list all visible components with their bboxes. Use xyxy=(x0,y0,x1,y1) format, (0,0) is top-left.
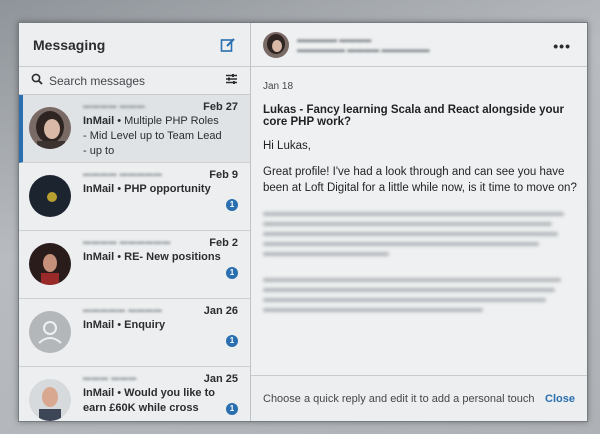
unread-badge: 1 xyxy=(226,199,238,211)
messaging-title: Messaging xyxy=(33,36,106,53)
message-date: Jan 18 xyxy=(263,81,294,92)
conversation-date: Jan 26 xyxy=(203,305,238,317)
conversation-pane: Messaging Search messages ▬▬▬▬ ▬▬▬ Feb 2… xyxy=(19,23,251,421)
snippet-text: PHP opportunity xyxy=(124,183,211,195)
message-thread: Jan 18 Lukas - Fancy learning Scala and … xyxy=(251,67,587,312)
conversation-item[interactable]: ▬▬▬▬ ▬▬▬▬▬▬ Feb 2 InMail • RE- New posit… xyxy=(19,231,250,299)
message-subject: Lukas - Fancy learning Scala and React a… xyxy=(263,104,565,128)
conversation-snippet: InMail • PHP opportunity xyxy=(83,183,211,195)
conversation-item[interactable]: ▬▬▬▬ ▬▬▬▬▬ Feb 9 InMail • PHP opportunit… xyxy=(19,163,250,231)
search-input[interactable] xyxy=(49,73,219,88)
inmail-label: InMail xyxy=(83,115,115,127)
thread-header: ▬▬▬▬▬ ▬▬▬▬ ▬▬▬▬▬▬ ▬▬▬▬ ▬▬▬▬▬▬ ••• xyxy=(251,23,587,67)
messaging-header: Messaging xyxy=(19,23,250,67)
conversation-date: Feb 9 xyxy=(209,169,238,181)
inmail-label: InMail xyxy=(83,183,115,195)
avatar xyxy=(29,107,71,149)
snippet-text: RE- New positions xyxy=(124,251,221,263)
conversation-date: Feb 27 xyxy=(203,101,238,113)
unread-badge: 1 xyxy=(226,335,238,347)
quick-reply-hint[interactable]: Choose a quick reply and edit it to add … xyxy=(263,393,535,405)
unread-badge: 1 xyxy=(226,267,238,279)
avatar[interactable] xyxy=(263,31,289,58)
search-bar xyxy=(19,67,250,95)
message-body: Great profile! I've had a look through a… xyxy=(263,166,577,194)
avatar-placeholder xyxy=(29,311,71,353)
filter-icon[interactable] xyxy=(225,72,238,90)
unread-badge: 1 xyxy=(226,403,238,415)
conversation-item[interactable]: ▬▬▬ ▬▬▬ Jan 25 InMail • Would you like t… xyxy=(19,367,250,421)
message-greeting: Hi Lukas, xyxy=(263,140,311,152)
conversation-snippet: InMail • Enquiry xyxy=(83,319,166,331)
message-body-redacted xyxy=(263,212,577,312)
avatar xyxy=(29,175,71,217)
compose-icon[interactable] xyxy=(220,37,236,53)
conversation-snippet: InMail • Would you like to earn £60K whi… xyxy=(83,387,215,414)
close-button[interactable]: Close xyxy=(545,393,575,405)
conversation-date: Feb 2 xyxy=(209,237,238,249)
contact-name-redacted: ▬▬▬▬▬ ▬▬▬▬ ▬▬▬▬▬▬ ▬▬▬▬ ▬▬▬▬▬▬ xyxy=(297,34,430,54)
conversation-item[interactable]: ▬▬▬▬▬ ▬▬▬▬ Jan 26 InMail • Enquiry 1 xyxy=(19,299,250,367)
thread-pane: ▬▬▬▬▬ ▬▬▬▬ ▬▬▬▬▬▬ ▬▬▬▬ ▬▬▬▬▬▬ ••• Jan 18 … xyxy=(251,23,587,421)
conversation-date: Jan 25 xyxy=(203,373,238,385)
more-options-icon[interactable]: ••• xyxy=(553,38,571,54)
messaging-window: Messaging Search messages ▬▬▬▬ ▬▬▬ Feb 2… xyxy=(18,22,588,422)
conversation-snippet: InMail • RE- New positions xyxy=(83,251,221,263)
search-icon xyxy=(31,72,43,90)
inmail-label: InMail xyxy=(83,251,115,263)
avatar xyxy=(29,379,71,421)
snippet-text: Enquiry xyxy=(124,319,166,331)
inmail-label: InMail xyxy=(83,387,115,399)
conversation-snippet: InMail • Multiple PHP Roles - Mid Level … xyxy=(83,115,222,157)
quick-reply-bar: Choose a quick reply and edit it to add … xyxy=(251,375,587,421)
inmail-label: InMail xyxy=(83,319,115,331)
conversation-item[interactable]: ▬▬▬▬ ▬▬▬ Feb 27 InMail • Multiple PHP Ro… xyxy=(19,95,250,163)
avatar xyxy=(29,243,71,285)
conversation-list: ▬▬▬▬ ▬▬▬ Feb 27 InMail • Multiple PHP Ro… xyxy=(19,95,250,421)
